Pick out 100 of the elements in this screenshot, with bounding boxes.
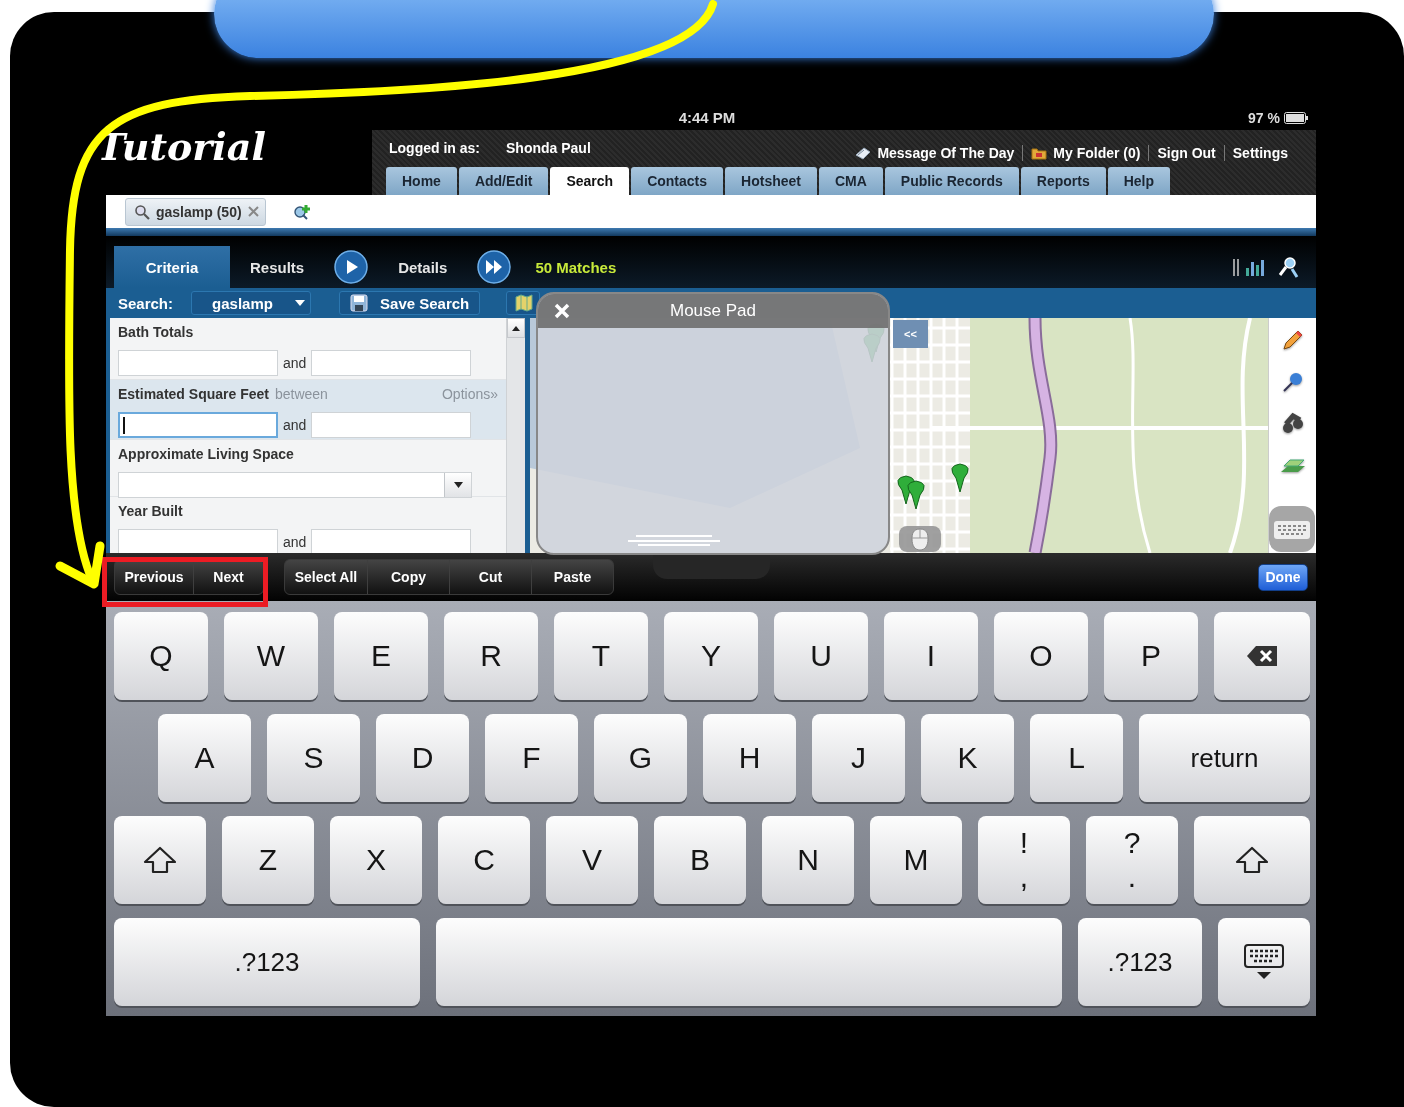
logged-in-label: Logged in as: xyxy=(389,139,480,156)
letter-key[interactable]: T xyxy=(554,612,648,700)
search-icon xyxy=(134,203,150,220)
letter-key[interactable]: M xyxy=(870,816,962,904)
letter-key[interactable]: S xyxy=(267,714,360,802)
header-link[interactable]: Settings xyxy=(1223,144,1296,161)
battery-percent: 97 % xyxy=(1248,109,1280,126)
edit-action-button[interactable]: Paste xyxy=(531,560,613,594)
caret-icon xyxy=(453,482,463,488)
letter-key[interactable]: C xyxy=(438,816,530,904)
input-field[interactable] xyxy=(118,529,278,553)
letter-key[interactable]: E xyxy=(334,612,428,700)
shift-key[interactable] xyxy=(1194,816,1310,904)
dropdown-field[interactable] xyxy=(118,472,472,498)
folded-map-icon xyxy=(515,294,534,312)
letter-key[interactable]: W xyxy=(224,612,318,700)
view-tab[interactable]: Criteria xyxy=(114,246,230,288)
criteria-hint: between xyxy=(274,386,328,402)
view-tab[interactable]: Details xyxy=(378,246,468,288)
done-button[interactable]: Done xyxy=(1258,563,1308,591)
header-link[interactable]: My Folder (0) xyxy=(1022,144,1149,161)
letter-key[interactable]: U xyxy=(774,612,868,700)
mouse-icon[interactable] xyxy=(898,525,942,553)
letter-key[interactable]: X xyxy=(330,816,422,904)
close-icon[interactable] xyxy=(247,206,259,217)
letter-key[interactable]: N xyxy=(762,816,854,904)
number-mode-key[interactable]: .?123 xyxy=(1078,918,1202,1006)
punctuation-key[interactable]: ! , xyxy=(978,816,1070,904)
edit-action-button[interactable]: Select All xyxy=(285,560,367,594)
keyboard-icon[interactable] xyxy=(1268,505,1316,553)
nav-tab[interactable]: CMA xyxy=(818,167,883,195)
letter-key[interactable]: Y xyxy=(664,612,758,700)
fast-forward-icon[interactable] xyxy=(477,250,512,284)
letter-key[interactable]: I xyxy=(884,612,978,700)
nav-tab[interactable]: Hotsheet xyxy=(725,167,817,195)
and-label: and xyxy=(283,417,307,433)
saved-search-dropdown[interactable]: gaslamp xyxy=(191,291,312,315)
play-icon[interactable] xyxy=(334,250,369,284)
letter-key[interactable]: D xyxy=(376,714,469,802)
header-link[interactable]: Message Of The Day xyxy=(847,144,1023,161)
return-key[interactable]: return xyxy=(1139,714,1310,802)
nav-button[interactable]: Next xyxy=(193,560,263,594)
scroll-up-button[interactable] xyxy=(507,318,525,338)
letter-key[interactable]: R xyxy=(444,612,538,700)
criteria-label: Bath Totals xyxy=(118,324,194,340)
hide-keyboard-key[interactable] xyxy=(1218,918,1310,1006)
tutorial-title: Tutorial xyxy=(97,124,266,169)
battery-icon xyxy=(1284,111,1308,124)
letter-key[interactable]: F xyxy=(485,714,578,802)
edit-action-button[interactable]: Copy xyxy=(367,560,449,594)
input-field[interactable] xyxy=(311,412,472,438)
keyboard-hide-icon xyxy=(1244,944,1284,980)
input-field[interactable] xyxy=(118,350,278,376)
shift-key[interactable] xyxy=(114,816,206,904)
nav-tab[interactable]: Add/Edit xyxy=(458,167,549,195)
column-chart-icon[interactable] xyxy=(1232,257,1266,277)
nav-tab[interactable]: Public Records xyxy=(884,167,1019,195)
nav-tab[interactable]: Help xyxy=(1107,167,1171,195)
text-caret xyxy=(123,417,125,434)
letter-key[interactable]: G xyxy=(594,714,687,802)
folder-icon xyxy=(1031,145,1048,160)
saved-search-chip[interactable]: gaslamp (50) xyxy=(125,197,266,226)
nav-tab[interactable]: Home xyxy=(386,167,457,195)
backspace-key[interactable] xyxy=(1214,612,1310,700)
letter-key[interactable]: K xyxy=(921,714,1014,802)
nav-tab[interactable]: Reports xyxy=(1020,167,1106,195)
view-tab[interactable]: Results xyxy=(230,246,325,288)
nav-tab[interactable]: Contacts xyxy=(631,167,724,195)
shift-arrow-icon xyxy=(1235,846,1269,874)
mouse-pad-title: Mouse Pad xyxy=(670,301,756,321)
input-field[interactable] xyxy=(311,529,472,553)
and-label: and xyxy=(283,534,307,550)
letter-key[interactable]: B xyxy=(654,816,746,904)
search-label: Search: xyxy=(118,294,174,312)
input-field[interactable] xyxy=(118,412,278,438)
person-search-icon[interactable] xyxy=(1278,256,1300,278)
letter-key[interactable]: V xyxy=(546,816,638,904)
header-link[interactable]: Sign Out xyxy=(1148,144,1224,161)
letter-key[interactable]: P xyxy=(1104,612,1198,700)
letter-key[interactable]: Q xyxy=(114,612,208,700)
letter-key[interactable]: J xyxy=(812,714,905,802)
status-time: 4:44 PM xyxy=(678,109,736,126)
criteria-label: Year Built xyxy=(118,503,183,519)
nav-button[interactable]: Previous xyxy=(115,560,193,594)
letter-key[interactable]: A xyxy=(158,714,251,802)
save-search-button[interactable]: Save Search xyxy=(339,291,481,315)
pencil-icon[interactable] xyxy=(1280,328,1305,352)
and-label: and xyxy=(283,355,307,371)
map-view-button[interactable] xyxy=(506,291,541,315)
letter-key[interactable]: Z xyxy=(222,816,314,904)
edit-action-button[interactable]: Cut xyxy=(449,560,531,594)
letter-key[interactable]: O xyxy=(994,612,1088,700)
user-name: Shonda Paul xyxy=(506,139,591,156)
add-search-icon[interactable] xyxy=(291,202,312,221)
input-field[interactable] xyxy=(311,350,472,376)
punctuation-key[interactable]: ? . xyxy=(1086,816,1178,904)
letter-key[interactable]: L xyxy=(1030,714,1123,802)
letter-key[interactable]: H xyxy=(703,714,796,802)
number-mode-key[interactable]: .?123 xyxy=(114,918,420,1006)
nav-tab[interactable]: Search xyxy=(550,167,630,195)
